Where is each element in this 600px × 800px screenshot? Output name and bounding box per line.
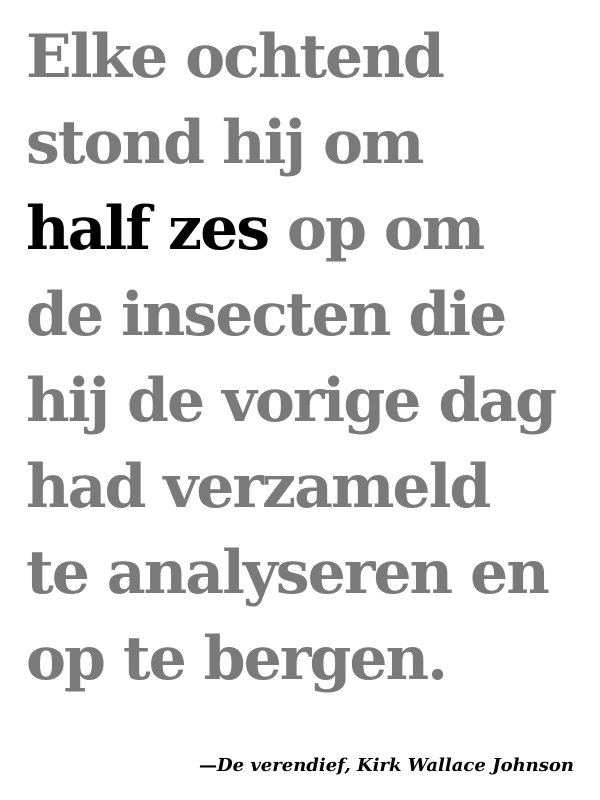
quote-emphasis: half zes [26,194,270,264]
quote-attribution: —De verendief, Kirk Wallace Johnson [199,755,574,776]
quote-line-3: half zes op om [26,186,596,272]
quote-line-1: Elke ochtend [26,22,445,92]
quote-line-7: te analyseren en [26,538,550,608]
quote-line-4: de insecten die [26,280,507,350]
quote-text: Elke ochtend stond hij om half zes op om… [26,14,596,702]
quote-line-2: stond hij om [26,108,425,178]
quote-line-8: op te bergen. [26,624,448,694]
quote-line-6: had verzameld [26,452,491,522]
quote-card: Elke ochtend stond hij om half zes op om… [0,0,600,800]
quote-line-3-rest: op om [268,194,485,264]
quote-line-5: hij de vorige dag [26,366,557,436]
